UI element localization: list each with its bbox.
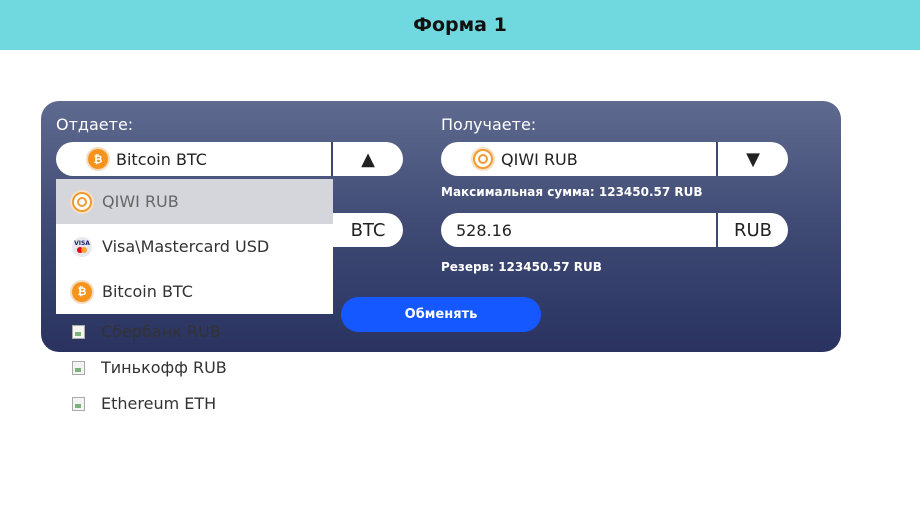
dropdown-option-ethereum-eth[interactable]: Ethereum ETH [72, 394, 216, 413]
broken-image-icon [72, 360, 85, 375]
receive-currency-code: RUB [716, 213, 788, 247]
receive-amount-field[interactable]: 528.16 RUB [441, 213, 788, 247]
exchange-button[interactable]: Обменять [341, 297, 541, 332]
dropdown-option-label: Ethereum ETH [101, 394, 217, 413]
dropdown-option-label: QIWI RUB [102, 192, 179, 211]
receive-amount-input[interactable]: 528.16 [441, 213, 716, 247]
bitcoin-icon [72, 281, 92, 302]
dropdown-option-sberbank-rub[interactable]: Сбербанк RUB [72, 322, 221, 341]
visa-mastercard-icon: VISA [72, 236, 92, 257]
max-sum-text: Максимальная сумма: 123450.57 RUB [441, 185, 703, 199]
give-currency-dropdown: QIWI RUB VISA Visa\Mastercard USD Bitcoi… [56, 179, 333, 314]
dropdown-option-bitcoin-btc[interactable]: Bitcoin BTC [56, 269, 333, 314]
dropdown-option-label: Bitcoin BTC [102, 282, 193, 301]
reserve-text: Резерв: 123450.57 RUB [441, 260, 602, 274]
give-selected-name: Bitcoin BTC [116, 149, 207, 169]
dropdown-option-visa-mastercard-usd[interactable]: VISA Visa\Mastercard USD [56, 224, 333, 269]
qiwi-icon [473, 149, 493, 169]
page-title: Форма 1 [413, 14, 507, 36]
broken-image-icon [72, 324, 85, 339]
receive-currency-select[interactable]: QIWI RUB ▼ [441, 142, 788, 176]
dropdown-option-label: Сбербанк RUB [101, 322, 221, 341]
qiwi-icon [72, 191, 92, 212]
receive-label: Получаете: [441, 115, 537, 134]
dropdown-option-tinkoff-rub[interactable]: Тинькофф RUB [72, 358, 227, 377]
give-currency-code: BTC [331, 213, 403, 247]
header-bar: Форма 1 [0, 0, 920, 50]
chevron-down-icon[interactable]: ▼ [716, 142, 788, 176]
bitcoin-icon [88, 149, 108, 169]
give-label: Отдаете: [56, 115, 134, 134]
dropdown-option-label: Тинькофф RUB [101, 358, 227, 377]
give-currency-select[interactable]: Bitcoin BTC ▲ [56, 142, 403, 176]
chevron-up-icon[interactable]: ▲ [331, 142, 403, 176]
dropdown-option-label: Visa\Mastercard USD [102, 237, 270, 256]
broken-image-icon [72, 396, 85, 411]
dropdown-option-qiwi-rub[interactable]: QIWI RUB [56, 179, 333, 224]
receive-selected-name: QIWI RUB [501, 149, 578, 169]
